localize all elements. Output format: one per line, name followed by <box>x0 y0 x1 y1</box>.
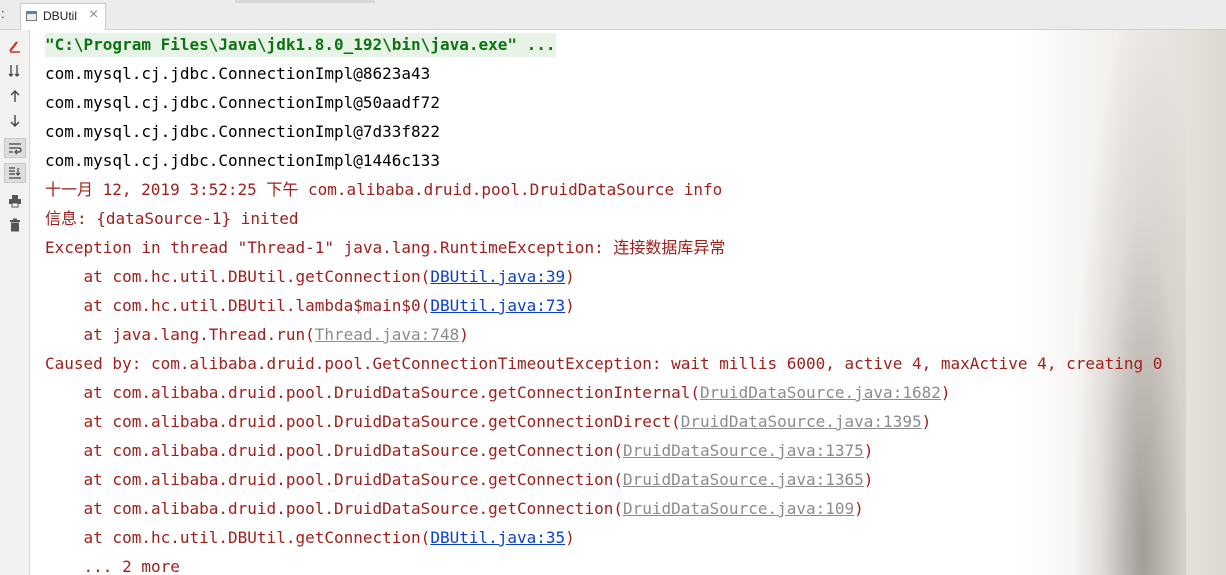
scroll-to-end-icon[interactable] <box>4 163 26 183</box>
frame-method: at com.hc.util.DBUtil.lambda$main$0( <box>45 296 431 315</box>
frame-suffix: ) <box>565 528 575 547</box>
frame-suffix: ) <box>565 267 575 286</box>
more-frames-line: ... 2 more <box>45 557 180 575</box>
console-output[interactable]: "C:\Program Files\Java\jdk1.8.0_192\bin\… <box>31 30 1226 575</box>
sort-down-icon[interactable] <box>4 61 26 81</box>
run-config-icon <box>26 11 37 21</box>
tab-bar-accent <box>235 0 375 3</box>
library-source-link[interactable]: DruidDataSource.java:1365 <box>623 470 864 489</box>
close-icon[interactable]: × <box>89 6 98 24</box>
down-arrow-icon[interactable] <box>4 111 26 131</box>
connection-line: com.mysql.cj.jdbc.ConnectionImpl@7d33f82… <box>45 122 440 141</box>
tab-label: DBUtil <box>43 9 78 23</box>
stack-frame: at com.hc.util.DBUtil.getConnection(DBUt… <box>45 265 575 289</box>
frame-method: at java.lang.Thread.run( <box>45 325 315 344</box>
frame-method: at com.alibaba.druid.pool.DruidDataSourc… <box>45 441 623 460</box>
frame-method: at com.alibaba.druid.pool.DruidDataSourc… <box>45 499 623 518</box>
frame-suffix: ) <box>459 325 469 344</box>
connection-line: com.mysql.cj.jdbc.ConnectionImpl@8623a43 <box>45 64 431 83</box>
frame-suffix: ) <box>565 296 575 315</box>
library-source-link[interactable]: DruidDataSource.java:1682 <box>700 383 941 402</box>
frame-method: at com.alibaba.druid.pool.DruidDataSourc… <box>45 470 623 489</box>
stack-frame: at com.hc.util.DBUtil.lambda$main$0(DBUt… <box>45 294 575 318</box>
print-icon[interactable] <box>4 191 26 211</box>
library-source-link[interactable]: DruidDataSource.java:1375 <box>623 441 864 460</box>
frame-suffix: ) <box>863 470 874 489</box>
frame-suffix: ) <box>854 499 864 518</box>
source-link[interactable]: DBUtil.java:73 <box>430 296 565 315</box>
frame-method: at com.hc.util.DBUtil.getConnection( <box>45 528 431 547</box>
frame-method: at com.alibaba.druid.pool.DruidDataSourc… <box>45 383 701 402</box>
frame-suffix: ) <box>921 412 932 431</box>
exception-line: Exception in thread "Thread-1" java.lang… <box>45 238 726 257</box>
trash-icon[interactable] <box>4 215 26 235</box>
stack-frame: at com.alibaba.druid.pool.DruidDataSourc… <box>45 439 874 463</box>
tab-dbutil[interactable]: DBUtil × <box>20 3 106 30</box>
log-timestamp-line: 十一月 12, 2019 3:52:25 下午 com.alibaba.drui… <box>45 180 723 199</box>
console-toolbar <box>0 30 30 575</box>
connection-line: com.mysql.cj.jdbc.ConnectionImpl@1446c13… <box>45 151 440 170</box>
frame-suffix: ) <box>863 441 874 460</box>
stack-frame: at com.alibaba.druid.pool.DruidDataSourc… <box>45 468 874 492</box>
frame-method: at com.alibaba.druid.pool.DruidDataSourc… <box>45 412 681 431</box>
stack-frame: at com.alibaba.druid.pool.DruidDataSourc… <box>45 410 932 434</box>
library-source-link[interactable]: Thread.java:748 <box>315 325 460 344</box>
log-info-line: 信息: {dataSource-1} inited <box>45 209 299 228</box>
library-source-link[interactable]: DruidDataSource.java:1395 <box>681 412 922 431</box>
command-line: "C:\Program Files\Java\jdk1.8.0_192\bin\… <box>45 33 556 57</box>
up-arrow-icon[interactable] <box>4 86 26 106</box>
library-source-link[interactable]: DruidDataSource.java:109 <box>623 499 854 518</box>
frame-method: at com.hc.util.DBUtil.getConnection( <box>45 267 431 286</box>
editor-tab-bar: : DBUtil × <box>0 0 1226 30</box>
soft-wrap-icon[interactable] <box>4 138 26 158</box>
stack-frame: at com.hc.util.DBUtil.getConnection(DBUt… <box>45 526 575 550</box>
stack-frame: at com.alibaba.druid.pool.DruidDataSourc… <box>45 497 864 521</box>
source-link[interactable]: DBUtil.java:39 <box>430 267 565 286</box>
stack-frame: at com.alibaba.druid.pool.DruidDataSourc… <box>45 381 951 405</box>
connection-line: com.mysql.cj.jdbc.ConnectionImpl@50aadf7… <box>45 93 440 112</box>
rerun-icon[interactable] <box>4 36 26 56</box>
stack-frame: at java.lang.Thread.run(Thread.java:748) <box>45 323 469 347</box>
caused-by-line: Caused by: com.alibaba.druid.pool.GetCon… <box>45 354 1163 373</box>
source-link[interactable]: DBUtil.java:35 <box>430 528 565 547</box>
frame-suffix: ) <box>940 383 951 402</box>
background-figure <box>1076 30 1186 575</box>
tab-bar-marker: : <box>1 6 5 21</box>
